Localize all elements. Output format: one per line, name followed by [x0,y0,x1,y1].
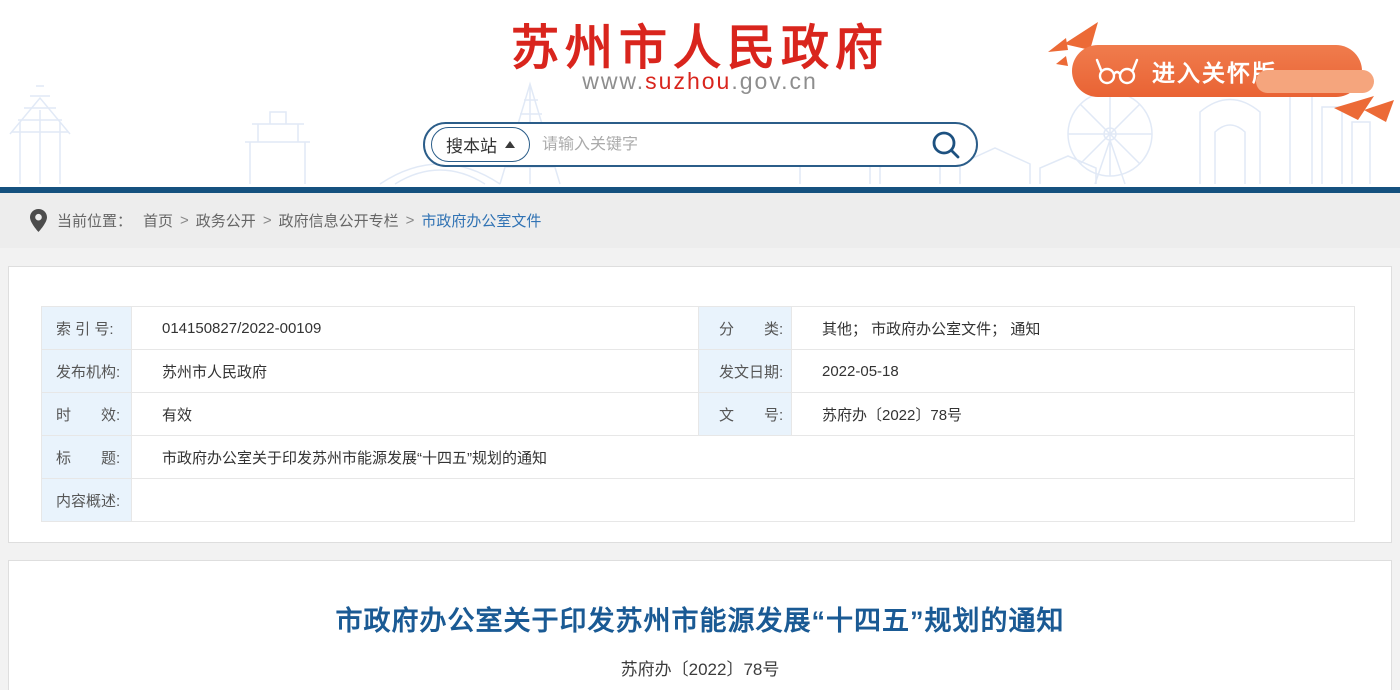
summary-value [132,479,1355,522]
index-number-label: 索 引 号: [42,307,132,350]
search-icon [930,129,962,161]
validity-label: 时 效: [42,393,132,436]
site-header: 苏州市人民政府 www.suzhou.gov.cn 搜本站 [0,0,1400,193]
document-meta-card: 索 引 号: 014150827/2022-00109 分 类: 其他； 市政府… [8,266,1392,543]
issuing-agency-label: 发布机构: [42,350,132,393]
document-meta-table: 索 引 号: 014150827/2022-00109 分 类: 其他； 市政府… [41,306,1355,522]
article-doc-number: 苏府办〔2022〕78号 [9,655,1391,680]
site-url-prefix: www. [582,68,645,94]
table-row: 发布机构: 苏州市人民政府 发文日期: 2022-05-18 [42,350,1355,393]
breadcrumb-separator: > [406,212,415,229]
issue-date-label: 发文日期: [699,350,792,393]
category-value: 其他； 市政府办公室文件； 通知 [792,307,1355,350]
search-input[interactable] [530,136,930,154]
table-row: 时 效: 有效 文 号: 苏府办〔2022〕78号 [42,393,1355,436]
search-scope-dropdown[interactable]: 搜本站 [431,127,530,162]
table-row: 标 题: 市政府办公室关于印发苏州市能源发展“十四五”规划的通知 [42,436,1355,479]
care-button-swoosh-decoration [1256,70,1374,93]
breadcrumb-gov-affairs[interactable]: 政务公开 [196,210,256,231]
search-button[interactable] [930,129,962,161]
breadcrumb-office-documents[interactable]: 市政府办公室文件 [421,210,541,231]
issue-date-value: 2022-05-18 [792,350,1355,393]
table-row: 内容概述: [42,479,1355,522]
paper-plane-icon [1330,94,1400,126]
search-bar: 搜本站 [423,122,978,167]
search-scope-label: 搜本站 [446,132,497,157]
breadcrumb-prefix: 当前位置： [57,210,132,231]
location-pin-icon [30,209,47,232]
validity-value: 有效 [132,393,699,436]
chevron-up-icon [505,141,515,148]
document-number-value: 苏府办〔2022〕78号 [792,393,1355,436]
breadcrumb-info-disclosure[interactable]: 政府信息公开专栏 [279,210,399,231]
document-number-label: 文 号: [699,393,792,436]
category-label: 分 类: [699,307,792,350]
care-version-button[interactable]: 进入关怀版 [1072,45,1362,97]
index-number-value: 014150827/2022-00109 [132,307,699,350]
title-label: 标 题: [42,436,132,479]
breadcrumb: 当前位置： 首页 > 政务公开 > 政府信息公开专栏 > 市政府办公室文件 [0,193,1400,248]
breadcrumb-separator: > [263,212,272,229]
site-url-domain: suzhou [645,68,731,94]
breadcrumb-separator: > [180,212,189,229]
page: 苏州市人民政府 www.suzhou.gov.cn 搜本站 [0,0,1400,690]
table-row: 索 引 号: 014150827/2022-00109 分 类: 其他； 市政府… [42,307,1355,350]
article-title: 市政府办公室关于印发苏州市能源发展“十四五”规划的通知 [9,603,1391,639]
site-url-suffix: .gov.cn [731,68,817,94]
title-value: 市政府办公室关于印发苏州市能源发展“十四五”规划的通知 [132,436,1355,479]
glasses-icon [1094,56,1140,86]
breadcrumb-home[interactable]: 首页 [143,210,173,231]
article-card: 市政府办公室关于印发苏州市能源发展“十四五”规划的通知 苏府办〔2022〕78号 [8,560,1392,690]
issuing-agency-value: 苏州市人民政府 [132,350,699,393]
summary-label: 内容概述: [42,479,132,522]
